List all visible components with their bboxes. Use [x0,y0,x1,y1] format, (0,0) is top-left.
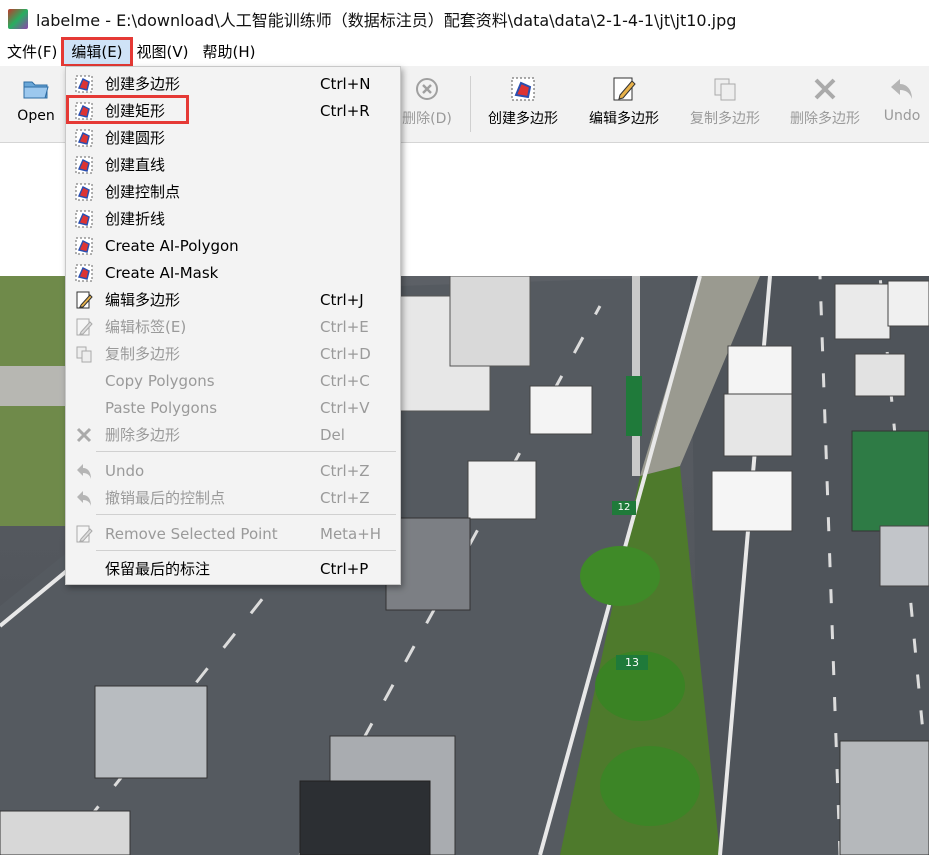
menu-create-linestrip[interactable]: 创建折线 [66,205,400,232]
copy-icon [74,344,94,364]
menu-create-circle[interactable]: 创建圆形 [66,124,400,151]
menu-create-point[interactable]: 创建控制点 [66,178,400,205]
menu-separator [96,451,396,452]
menu-item-label: 保留最后的标注 [105,560,211,578]
edit-pencil-icon [609,74,639,104]
menu-item-label: Create AI-Polygon [105,236,239,255]
create-polygon-label: 创建多边形 [488,111,558,127]
menu-item-label: 创建多边形 [105,75,181,93]
delete-label: 删除(D) [402,111,452,127]
edit-polygon-label: 编辑多边形 [589,111,659,127]
undo-arrow-icon [74,488,94,508]
menu-paste-polygons[interactable]: Paste Polygons Ctrl+V [66,394,400,421]
menu-item-label: Copy Polygons [105,371,215,390]
sign-13: 13 [616,655,648,670]
menu-item-label: 创建控制点 [105,183,181,201]
menu-item-shortcut: Ctrl+V [320,398,370,417]
edit-menu-dropdown: 创建多边形 Ctrl+N 创建矩形 Ctrl+R 创建圆形 创建直线 创建控制点… [65,66,401,585]
menu-create-ai-mask[interactable]: Create AI-Mask [66,259,400,286]
title-bar: labelme - E:\download\人工智能训练师（数据标注员）配套资料… [0,0,929,38]
menu-copy-polygons[interactable]: Copy Polygons Ctrl+C [66,367,400,394]
undo-arrow-icon [887,74,917,104]
menu-create-line[interactable]: 创建直线 [66,151,400,178]
menu-edit[interactable]: 编辑(E) [61,37,133,67]
menu-item-shortcut: Ctrl+N [320,74,371,93]
menu-remove-selected-point[interactable]: Remove Selected Point Meta+H [66,520,400,547]
circle-icon [74,128,94,148]
copy-icon [710,74,740,104]
menu-copy-polygon[interactable]: 复制多边形 Ctrl+D [66,340,400,367]
ai-mask-icon [74,263,94,283]
toolbar-separator [470,76,471,132]
linestrip-icon [74,209,94,229]
menu-keep-previous-annotation[interactable]: 保留最后的标注 Ctrl+P [66,555,400,582]
menu-item-shortcut: Ctrl+P [320,559,369,578]
window-title: labelme - E:\download\人工智能训练师（数据标注员）配套资料… [36,11,737,30]
menu-item-label: 撤销最后的控制点 [105,489,226,507]
menu-create-polygon[interactable]: 创建多边形 Ctrl+N [66,70,400,97]
delete-button[interactable]: 删除(D) [396,70,458,136]
highlight-create-rectangle [66,95,189,124]
delete-circle-icon [412,74,442,104]
labelme-app-icon [8,9,28,29]
menu-item-label: 创建折线 [105,210,166,228]
edit-pencil-icon [74,290,94,310]
ai-polygon-icon [74,236,94,256]
menu-item-shortcut: Ctrl+R [320,101,370,120]
menu-item-label: Remove Selected Point [105,524,278,543]
menu-item-shortcut: Del [320,425,345,444]
point-icon [74,182,94,202]
menu-edit-label[interactable]: 编辑标签(E) Ctrl+E [66,313,400,340]
menu-file[interactable]: 文件(F) [0,40,64,64]
menu-item-shortcut: Ctrl+C [320,371,370,390]
menu-item-label: 编辑标签(E) [105,318,187,336]
polygon-icon [74,74,94,94]
menu-create-ai-polygon[interactable]: Create AI-Polygon [66,232,400,259]
undo-label: Undo [883,108,921,124]
menu-item-label: 创建直线 [105,156,166,174]
edit-pencil-icon [74,524,94,544]
undo-arrow-icon [74,461,94,481]
menu-view[interactable]: 视图(V) [130,40,196,64]
open-button[interactable]: Open [16,70,56,136]
edit-label-icon [74,317,94,337]
menu-item-label: Undo [105,461,145,480]
menu-separator [96,550,396,551]
menu-item-label: 删除多边形 [105,426,181,444]
menu-item-label: 复制多边形 [105,345,181,363]
cross-icon [810,74,840,104]
menu-help[interactable]: 帮助(H) [196,40,263,64]
cross-icon [74,425,94,445]
open-label: Open [17,108,55,124]
copy-polygon-label: 复制多边形 [690,111,760,127]
menu-bar: 文件(F) 编辑(E) 视图(V) 帮助(H) [0,37,929,67]
menu-item-label: 编辑多边形 [105,291,181,309]
menu-item-label: Paste Polygons [105,398,218,417]
menu-item-shortcut: Ctrl+E [320,317,369,336]
menu-item-shortcut: Ctrl+D [320,344,371,363]
menu-item-shortcut: Meta+H [320,524,382,543]
menu-delete-polygon[interactable]: 删除多边形 Del [66,421,400,448]
menu-undo-last-point[interactable]: 撤销最后的控制点 Ctrl+Z [66,484,400,511]
copy-polygon-button[interactable]: 复制多边形 [685,70,765,136]
delete-polygon-button[interactable]: 删除多边形 [785,70,865,136]
undo-button[interactable]: Undo [882,70,922,136]
line-icon [74,155,94,175]
menu-item-label: 创建圆形 [105,129,166,147]
create-polygon-button[interactable]: 创建多边形 [483,70,563,136]
menu-undo[interactable]: Undo Ctrl+Z [66,457,400,484]
folder-open-icon [21,74,51,104]
edit-polygon-button[interactable]: 编辑多边形 [584,70,664,136]
menu-separator [96,514,396,515]
menu-item-shortcut: Ctrl+Z [320,461,370,480]
sign-12: 12 [612,501,636,515]
menu-edit-polygon[interactable]: 编辑多边形 Ctrl+J [66,286,400,313]
menu-item-shortcut: Ctrl+Z [320,488,370,507]
menu-item-label: Create AI-Mask [105,263,219,282]
polygon-icon [508,74,538,104]
delete-polygon-label: 删除多边形 [790,111,860,127]
menu-item-shortcut: Ctrl+J [320,290,364,309]
